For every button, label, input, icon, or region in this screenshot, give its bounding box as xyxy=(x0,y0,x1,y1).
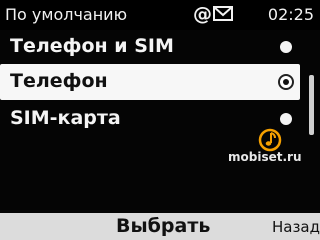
list-item-phone[interactable]: Телефон xyxy=(0,64,300,100)
watermark: mobiset.ru xyxy=(228,128,318,168)
watermark-text: mobiset.ru xyxy=(228,150,302,164)
list-item-label: Телефон xyxy=(10,70,108,92)
list-item-label: Телефон и SIM xyxy=(10,35,174,57)
radio-button[interactable] xyxy=(280,41,292,53)
at-icon: @ xyxy=(193,3,212,25)
list-item-label: SIM-карта xyxy=(10,107,121,129)
status-bar: По умолчанию @ 02:25 xyxy=(0,0,320,30)
screen: По умолчанию @ 02:25 Телефон и SIM Телеф… xyxy=(0,0,320,240)
back-softkey[interactable]: Назад xyxy=(272,217,320,237)
list-item-phone-and-sim[interactable]: Телефон и SIM xyxy=(0,29,300,65)
status-time: 02:25 xyxy=(267,5,314,24)
radio-button[interactable] xyxy=(280,113,292,125)
scrollbar-thumb[interactable] xyxy=(309,75,314,135)
mail-icon xyxy=(213,6,233,21)
status-title: По умолчанию xyxy=(5,5,128,24)
music-note-logo-icon xyxy=(258,128,282,152)
select-softkey[interactable]: Выбрать xyxy=(116,214,210,238)
softkey-bar: Выбрать Назад xyxy=(0,213,320,240)
radio-button-selected[interactable] xyxy=(278,74,294,90)
